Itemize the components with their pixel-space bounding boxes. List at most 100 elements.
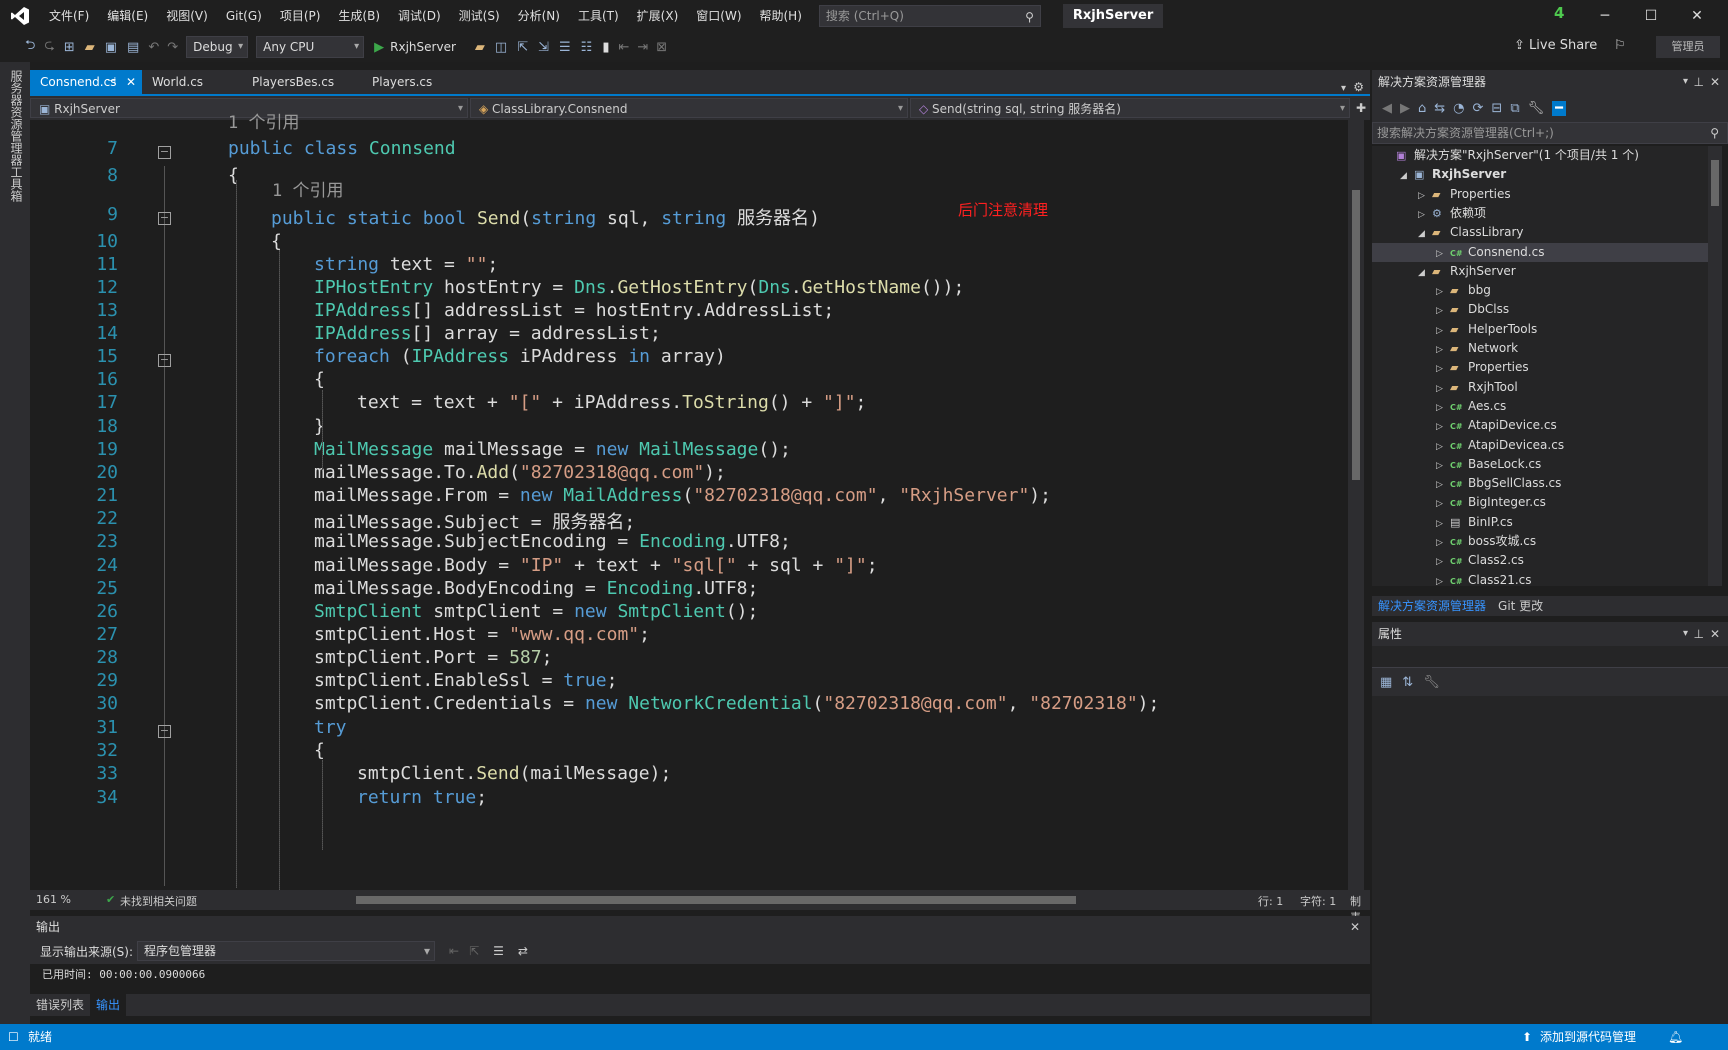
expand-arrow-icon[interactable]: ▷ (1436, 418, 1450, 437)
tree-item[interactable]: ▷ ▰ Network (1372, 339, 1708, 358)
server-explorer-tab[interactable]: 服务器资源管理器 (8, 70, 25, 166)
pin-icon[interactable]: ⊥ (1694, 622, 1704, 646)
prev-bookmark-icon[interactable]: ⇤ (618, 40, 629, 55)
outdent-icon[interactable]: ☷ (581, 40, 593, 55)
expand-arrow-icon[interactable]: ▷ (1418, 187, 1432, 206)
tree-item[interactable]: ▷ C# Class21.cs (1372, 571, 1708, 586)
history-icon[interactable]: ◔ (1453, 101, 1464, 116)
tab-git-changes[interactable]: Git 更改 (1492, 596, 1549, 616)
feedback-icon[interactable]: ⚐ (1614, 38, 1626, 53)
forward-icon[interactable]: ▶ (1400, 101, 1410, 116)
menu-build[interactable]: 生成(B) (329, 0, 389, 32)
expand-arrow-icon[interactable]: ▷ (1418, 206, 1432, 225)
solution-tree-scrollbar[interactable] (1708, 146, 1722, 586)
menu-help[interactable]: 帮助(H) (751, 0, 811, 32)
close-icon[interactable]: ✕ (1350, 916, 1360, 938)
issues-status[interactable]: 未找到相关问题 (120, 893, 197, 909)
folder-icon[interactable]: ▰ (475, 40, 485, 55)
configuration-dropdown[interactable]: Debug (186, 36, 249, 58)
menu-extensions[interactable]: 扩展(X) (628, 0, 688, 32)
tree-item[interactable]: ▷ C# boss攻城.cs (1372, 532, 1708, 551)
zoom-level[interactable]: 161 % (36, 893, 71, 906)
expand-arrow-icon[interactable]: ▷ (1436, 438, 1450, 457)
tab-output[interactable]: 输出 (90, 994, 127, 1016)
expand-arrow-icon[interactable]: ▷ (1436, 245, 1450, 264)
tree-item[interactable]: ▷ ▰ bbg (1372, 281, 1708, 300)
expand-arrow-icon[interactable]: ▷ (1436, 495, 1450, 514)
solution-tree-scroll-thumb[interactable] (1711, 160, 1719, 206)
visual-studio-logo-icon[interactable] (0, 0, 40, 32)
home-icon[interactable]: ⌂ (1418, 101, 1426, 116)
fold-toggle-icon[interactable]: − (158, 354, 171, 367)
tab-overflow-icon[interactable]: ▾ (1341, 83, 1346, 94)
tree-item[interactable]: ▷ C# Class2.cs (1372, 551, 1708, 570)
member-dropdown[interactable]: ◇ Send(string sql, string 服务器名) (910, 98, 1350, 119)
fold-toggle-icon[interactable]: − (158, 146, 171, 159)
tab-solution-explorer[interactable]: 解决方案资源管理器 (1372, 596, 1492, 616)
live-share-button[interactable]: ⇪ Live Share (1514, 38, 1597, 53)
split-editor-icon[interactable]: ✚ (1356, 101, 1366, 115)
menu-file[interactable]: 文件(F) (40, 0, 98, 32)
tree-item[interactable]: ▷ C# BbgSellClass.cs (1372, 474, 1708, 493)
tree-item[interactable]: ▷ ⚙ 依赖项 (1372, 204, 1708, 223)
alphabetical-icon[interactable]: ⇅ (1402, 675, 1413, 690)
tree-item[interactable]: ▷ C# Aes.cs (1372, 397, 1708, 416)
expand-arrow-icon[interactable]: ▷ (1436, 573, 1450, 586)
find-message-icon[interactable]: ⇤ (449, 944, 459, 958)
minimize-button[interactable]: ─ (1582, 0, 1628, 32)
expand-arrow-icon[interactable]: ◢ (1418, 225, 1432, 244)
property-pages-icon[interactable]: 🔧︎ (1423, 675, 1440, 690)
tree-item[interactable]: ▷ C# BaseLock.cs (1372, 455, 1708, 474)
close-window-button[interactable]: ✕ (1674, 0, 1720, 32)
tree-item[interactable]: ◢ ▰ ClassLibrary (1372, 223, 1708, 242)
properties-object-selector[interactable] (1372, 646, 1728, 668)
undo-icon[interactable]: ↶ (148, 40, 159, 55)
show-all-files-icon[interactable]: ⧉ (1510, 101, 1519, 116)
prev-message-icon[interactable]: ⇱ (469, 944, 479, 958)
expand-arrow-icon[interactable]: ◢ (1400, 167, 1414, 186)
expand-arrow-icon[interactable]: ▷ (1436, 360, 1450, 379)
run-target-button[interactable]: RxjhServer (390, 40, 456, 54)
tree-item[interactable]: ▷ ▰ HelperTools (1372, 320, 1708, 339)
fold-toggle-icon[interactable]: − (158, 212, 171, 225)
solution-search-input[interactable]: 搜索解决方案资源管理器(Ctrl+;) ⚲ (1372, 122, 1728, 144)
properties-wrench-icon[interactable]: 🔧︎ (1528, 101, 1545, 116)
word-wrap-icon[interactable]: ⇄ (518, 944, 528, 958)
close-icon[interactable]: ✕ (1710, 70, 1720, 94)
tree-item[interactable]: ◢ ▣ RxjhServer (1372, 165, 1708, 184)
menu-test[interactable]: 测试(S) (450, 0, 509, 32)
indent-icon[interactable]: ☰ (559, 40, 571, 55)
clear-all-icon[interactable]: ☰ (493, 944, 504, 958)
start-debug-icon[interactable]: ▶ (374, 40, 384, 55)
fold-toggle-icon[interactable]: − (158, 725, 171, 738)
menu-edit[interactable]: 编辑(E) (98, 0, 157, 32)
tree-item[interactable]: ▷ ▰ Properties (1372, 358, 1708, 377)
tree-item[interactable]: ▷ ▰ RxjhTool (1372, 378, 1708, 397)
categorized-icon[interactable]: ▦ (1380, 675, 1392, 690)
tree-item[interactable]: ▷ ▤ BinIP.cs (1372, 513, 1708, 532)
forward-icon[interactable]: ⮎ (44, 36, 54, 58)
output-source-dropdown[interactable]: 程序包管理器 (137, 941, 436, 961)
reference-count-label[interactable]: 1 个引用 (228, 108, 299, 133)
menu-window[interactable]: 窗口(W) (687, 0, 750, 32)
new-project-icon[interactable]: ⊞ (64, 40, 75, 55)
expand-arrow-icon[interactable]: ▷ (1436, 341, 1450, 360)
tab-playersbes[interactable]: PlayersBes.cs (242, 70, 362, 94)
pin-icon[interactable]: ⊥ (1694, 70, 1704, 94)
menu-analyze[interactable]: 分析(N) (509, 0, 569, 32)
settings-gear-icon[interactable]: ⚙ (1353, 80, 1364, 94)
menu-view[interactable]: 视图(V) (157, 0, 217, 32)
format-icon[interactable]: ⇲ (538, 40, 549, 55)
expand-arrow-icon[interactable]: ▷ (1436, 322, 1450, 341)
next-bookmark-icon[interactable]: ⇥ (637, 40, 648, 55)
class-dropdown[interactable]: ◈ ClassLibrary.Consnend (470, 98, 908, 119)
expand-arrow-icon[interactable]: ▷ (1436, 476, 1450, 495)
add-to-source-control-button[interactable]: 添加到源代码管理 (1540, 1024, 1636, 1050)
tree-item[interactable]: ▷ C# Consnend.cs (1372, 242, 1708, 264)
editor-scroll-thumb[interactable] (1352, 190, 1360, 480)
expand-arrow-icon[interactable]: ▷ (1436, 553, 1450, 572)
tree-item[interactable]: ▷ ▰ Properties (1372, 185, 1708, 204)
tab-world[interactable]: World.cs (142, 70, 242, 94)
back-icon[interactable]: ◀ (1382, 101, 1392, 116)
switch-views-icon[interactable]: ⇆ (1434, 101, 1445, 116)
